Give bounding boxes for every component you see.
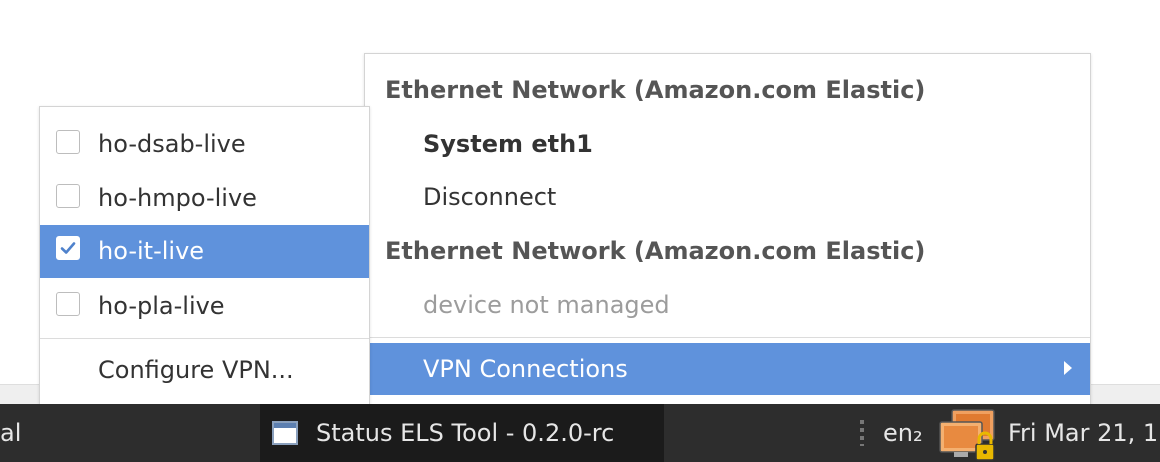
- clock[interactable]: Fri Mar 21, 1: [1008, 404, 1158, 462]
- keyboard-layout-indicator[interactable]: en₂: [883, 404, 923, 462]
- taskbar-task-title: Status ELS Tool - 0.2.0-rc: [316, 419, 615, 447]
- window-icon: [272, 421, 298, 445]
- menu-separator: [365, 337, 1090, 338]
- panel-grip-handle[interactable]: [860, 420, 864, 446]
- menu-item-disconnect[interactable]: Disconnect: [365, 172, 1090, 222]
- taskbar: al Status ELS Tool - 0.2.0-rc en₂ Fri Ma…: [0, 404, 1160, 462]
- menu-item-device-not-managed: device not managed: [423, 291, 670, 319]
- section-header-ethernet-2: Ethernet Network (Amazon.com Elastic): [385, 237, 926, 265]
- checkbox-icon[interactable]: [56, 184, 80, 208]
- vpn-item-ho-hmpo-live[interactable]: ho-hmpo-live: [40, 173, 369, 223]
- taskbar-task-status-els-tool[interactable]: Status ELS Tool - 0.2.0-rc: [260, 404, 664, 462]
- menu-item-vpn-connections[interactable]: VPN Connections: [365, 343, 1090, 395]
- vpn-item-label: ho-hmpo-live: [98, 184, 257, 212]
- taskbar-task-partial[interactable]: al: [0, 404, 21, 462]
- chevron-right-icon: [1064, 361, 1072, 375]
- vpn-item-ho-it-live[interactable]: ho-it-live: [40, 225, 369, 278]
- vpn-item-label: ho-pla-live: [98, 292, 225, 320]
- checkbox-icon[interactable]: [56, 130, 80, 154]
- checkbox-icon[interactable]: [56, 292, 80, 316]
- vpn-submenu: ho-dsab-live ho-hmpo-live ho-it-live ho-…: [39, 106, 370, 406]
- vpn-item-ho-pla-live[interactable]: ho-pla-live: [40, 281, 369, 331]
- menu-item-system-eth1[interactable]: System eth1: [365, 119, 1090, 169]
- vpn-item-label: ho-dsab-live: [98, 130, 246, 158]
- vpn-connections-label: VPN Connections: [423, 355, 628, 383]
- checked-checkbox-icon[interactable]: [56, 236, 80, 260]
- section-header-ethernet-1: Ethernet Network (Amazon.com Elastic): [385, 76, 926, 104]
- network-menu: Ethernet Network (Amazon.com Elastic) Sy…: [364, 53, 1091, 407]
- menu-item-configure-vpn[interactable]: Configure VPN...: [40, 345, 369, 395]
- vpn-item-label: ho-it-live: [98, 237, 205, 265]
- network-lock-icon[interactable]: [938, 408, 1000, 462]
- vpn-menu-separator: [40, 338, 369, 339]
- vpn-item-ho-dsab-live[interactable]: ho-dsab-live: [40, 119, 369, 169]
